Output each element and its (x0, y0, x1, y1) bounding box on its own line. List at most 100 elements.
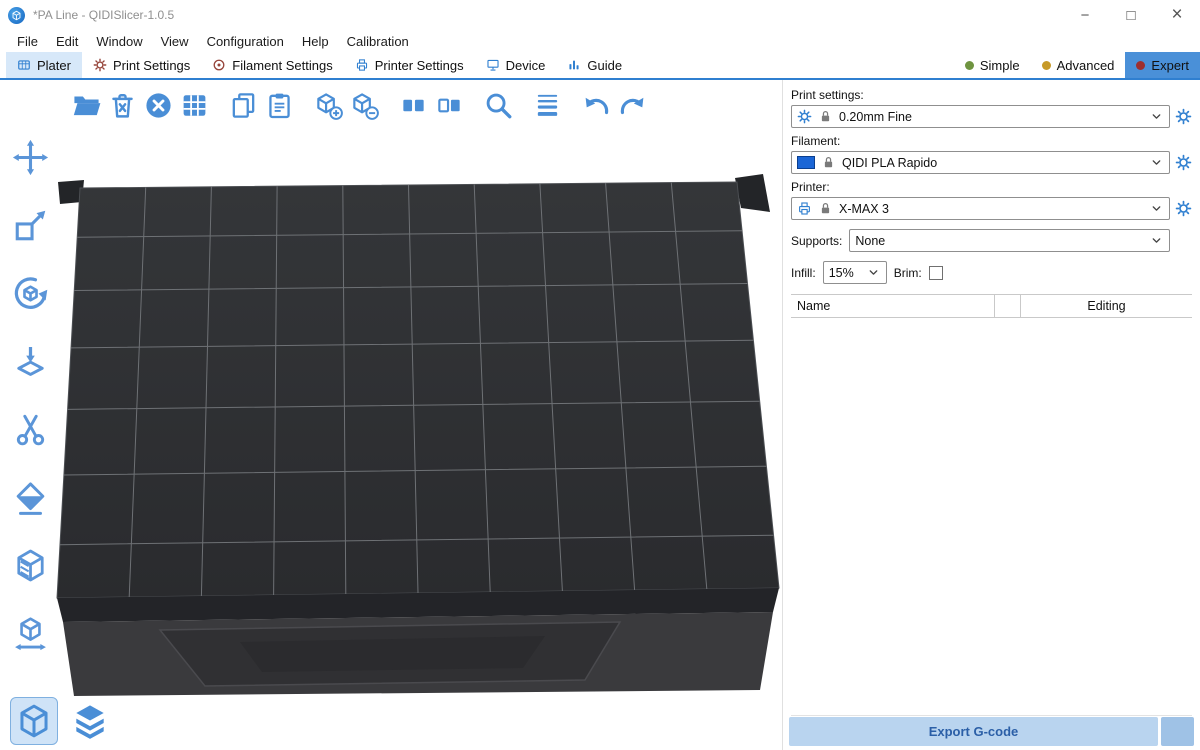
printer-settings-icon (355, 58, 369, 72)
gizmo-toolbar (8, 136, 52, 654)
menu-help[interactable]: Help (293, 34, 338, 49)
mode-switcher: Simple Advanced Expert (954, 52, 1200, 78)
tab-plater-label: Plater (37, 58, 71, 73)
undo-button[interactable] (578, 87, 614, 123)
tab-filament-settings[interactable]: Filament Settings (201, 52, 343, 78)
menu-configuration[interactable]: Configuration (198, 34, 293, 49)
menu-view[interactable]: View (152, 34, 198, 49)
export-gcode-button[interactable]: Export G-code (789, 717, 1158, 746)
brim-checkbox[interactable] (929, 266, 943, 280)
add-instance-button[interactable] (310, 87, 346, 123)
mode-simple[interactable]: Simple (954, 52, 1031, 78)
delete-all-button[interactable] (140, 87, 176, 123)
rotate-tool[interactable] (8, 272, 52, 314)
infill-combo[interactable]: 15% (823, 261, 887, 284)
delete-all-icon (144, 91, 173, 120)
tab-filament-settings-label: Filament Settings (232, 58, 332, 73)
filament-gear-button[interactable] (1175, 154, 1192, 171)
menu-file[interactable]: File (8, 34, 47, 49)
copy-icon (229, 91, 258, 120)
sidebar: Print settings: 0.20mm Fine Filament: QI… (782, 80, 1200, 750)
mode-advanced[interactable]: Advanced (1031, 52, 1126, 78)
remove-instance-button[interactable] (346, 87, 382, 123)
menu-calibration[interactable]: Calibration (338, 34, 418, 49)
redo-icon (618, 91, 647, 120)
tab-plater[interactable]: Plater (6, 52, 82, 78)
tab-print-settings[interactable]: Print Settings (82, 52, 201, 78)
copy-button[interactable] (225, 87, 261, 123)
mode-expert-label: Expert (1151, 58, 1189, 73)
gear-icon (1175, 108, 1192, 125)
filament-combo[interactable]: QIDI PLA Rapido (791, 151, 1170, 174)
measure-tool[interactable] (8, 612, 52, 654)
place-on-face-icon (12, 343, 49, 380)
paste-button[interactable] (261, 87, 297, 123)
editor-view-button[interactable] (10, 697, 58, 745)
window-title: *PA Line - QIDISlicer-1.0.5 (33, 8, 174, 22)
minimize-button[interactable]: − (1062, 0, 1108, 30)
mode-simple-label: Simple (980, 58, 1020, 73)
menu-edit[interactable]: Edit (47, 34, 87, 49)
cut-icon (12, 411, 49, 448)
redo-button[interactable] (614, 87, 650, 123)
delete-button[interactable] (104, 87, 140, 123)
supports-combo[interactable]: None (849, 229, 1170, 252)
add-instance-icon (314, 91, 343, 120)
chevron-down-icon (866, 265, 881, 280)
maximize-button[interactable]: □ (1108, 0, 1154, 30)
chevron-down-icon (1149, 233, 1164, 248)
filament-color-swatch (797, 156, 815, 169)
preview-layers-icon (71, 702, 109, 740)
tab-device[interactable]: Device (475, 52, 557, 78)
print-settings-combo[interactable]: 0.20mm Fine (791, 105, 1170, 128)
gear-icon (1175, 154, 1192, 171)
mode-advanced-label: Advanced (1057, 58, 1115, 73)
mode-expert[interactable]: Expert (1125, 52, 1200, 78)
plater-icon (17, 58, 31, 72)
seam-tool[interactable] (8, 476, 52, 518)
preview-view-button[interactable] (66, 697, 114, 745)
support-paint-icon (12, 547, 49, 584)
close-button[interactable]: × (1154, 0, 1200, 30)
object-list: Name Editing (791, 294, 1192, 716)
tab-guide[interactable]: Guide (556, 52, 633, 78)
scale-tool[interactable] (8, 204, 52, 246)
split-objects-button[interactable] (395, 87, 431, 123)
chevron-down-icon (1149, 201, 1164, 216)
printer-value: X-MAX 3 (839, 202, 889, 216)
print-settings-icon (93, 58, 107, 72)
scale-icon (12, 207, 49, 244)
move-tool[interactable] (8, 136, 52, 178)
app-logo-cube-icon (11, 10, 22, 21)
gear-icon (1175, 200, 1192, 217)
printer-gear-button[interactable] (1175, 200, 1192, 217)
bed-corner-tab (735, 174, 770, 212)
brim-label: Brim: (894, 266, 922, 280)
menu-window[interactable]: Window (87, 34, 151, 49)
cut-tool[interactable] (8, 408, 52, 450)
viewport-3d[interactable] (0, 80, 782, 750)
print-settings-gear-button[interactable] (1175, 108, 1192, 125)
move-icon (12, 139, 49, 176)
split-parts-button[interactable] (431, 87, 467, 123)
filament-value: QIDI PLA Rapido (842, 156, 937, 170)
view-switch (10, 697, 114, 745)
seam-icon (12, 479, 49, 516)
arrange-button[interactable] (176, 87, 212, 123)
variable-layer-height-button[interactable] (529, 87, 565, 123)
print-settings-label: Print settings: (791, 88, 1192, 102)
export-row: Export G-code (789, 717, 1194, 746)
device-icon (486, 58, 500, 72)
infill-label: Infill: (791, 266, 816, 280)
search-button[interactable] (480, 87, 516, 123)
tab-printer-settings[interactable]: Printer Settings (344, 52, 475, 78)
print-bed (57, 182, 779, 598)
export-options-button[interactable] (1161, 717, 1194, 746)
object-list-body[interactable] (791, 318, 1192, 716)
support-paint-tool[interactable] (8, 544, 52, 586)
lock-icon (818, 201, 833, 216)
printer-combo[interactable]: X-MAX 3 (791, 197, 1170, 220)
open-button[interactable] (68, 87, 104, 123)
lock-icon (821, 155, 836, 170)
place-on-face-tool[interactable] (8, 340, 52, 382)
